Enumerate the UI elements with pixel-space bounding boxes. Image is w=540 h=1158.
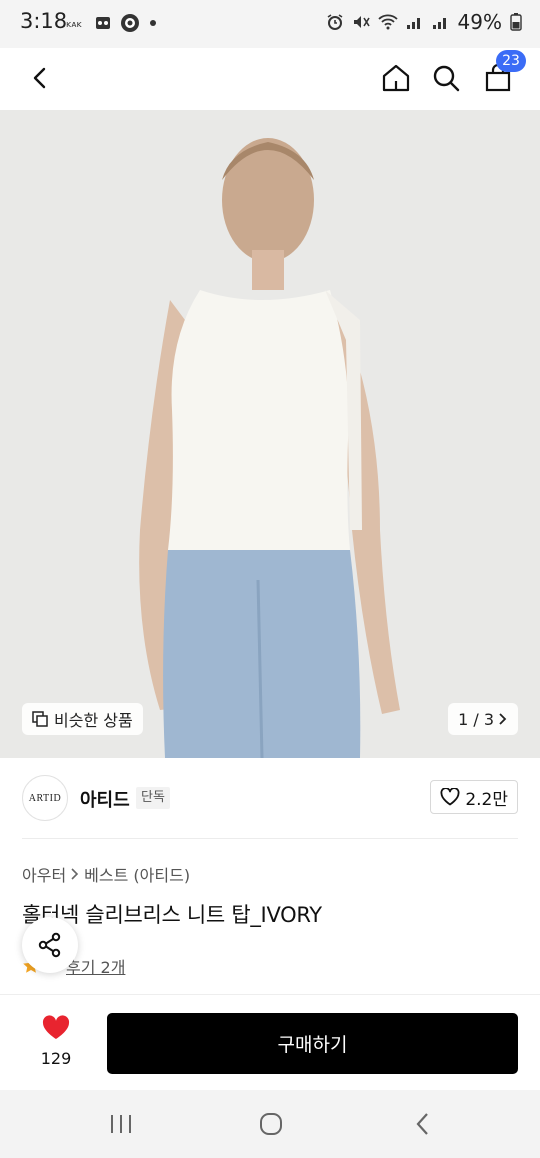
- home-button[interactable]: [374, 56, 418, 100]
- svg-text:ᴋᴀᴋ: ᴋᴀᴋ: [66, 20, 83, 29]
- back-nav-icon: [416, 1113, 428, 1135]
- product-photo: [0, 110, 540, 758]
- battery-level: 49%: [457, 10, 502, 34]
- home-icon: [382, 64, 410, 92]
- status-bar: 3:18 ᴋᴀᴋ 49%: [0, 0, 540, 48]
- status-notification-icons: ᴋᴀᴋ: [66, 13, 157, 33]
- product-image[interactable]: 비슷한 상품 1 / 3: [0, 110, 540, 758]
- similar-products-button[interactable]: 비슷한 상품: [22, 703, 143, 735]
- voicemail-icon: [96, 17, 110, 29]
- alarm-icon: [327, 14, 342, 30]
- signal-icon-2: [432, 18, 446, 29]
- cart-count-badge: 23: [496, 50, 526, 72]
- back-nav-button[interactable]: [401, 1106, 445, 1142]
- divider: [22, 838, 518, 839]
- status-time: 3:18: [20, 9, 68, 33]
- status-system-icons: 49%: [326, 10, 522, 34]
- system-nav-bar: [0, 1090, 540, 1158]
- brand-like-button[interactable]: 2.2만: [430, 780, 518, 814]
- breadcrumb-item-best[interactable]: 베스트 (아티드): [84, 862, 190, 886]
- recent-apps-button[interactable]: [99, 1106, 143, 1142]
- similar-items-icon: [32, 711, 48, 727]
- wishlist-button[interactable]: 129: [30, 1015, 82, 1075]
- brand-logo[interactable]: ARTID: [22, 775, 68, 821]
- breadcrumb: 아우터 베스트 (아티드): [22, 862, 190, 886]
- exclusive-badge: 단독: [136, 787, 170, 809]
- home-nav-button[interactable]: [249, 1106, 293, 1142]
- chevron-left-icon: [33, 67, 46, 89]
- wishlist-count: 129: [40, 1049, 72, 1068]
- heart-filled-icon: [42, 1015, 70, 1039]
- share-icon: [38, 932, 61, 958]
- brand-row: ARTID 아티드 단독 2.2만: [0, 758, 540, 838]
- brand-name[interactable]: 아티드: [80, 786, 130, 812]
- signal-icon: [406, 18, 420, 29]
- back-button[interactable]: [18, 56, 62, 100]
- purchase-bar: 129 구매하기: [0, 994, 540, 1090]
- brand-like-count: 2.2만: [465, 789, 508, 810]
- search-button[interactable]: [424, 56, 468, 100]
- kakao-notification-icon: ᴋᴀᴋ: [66, 20, 83, 29]
- breadcrumb-item-outer[interactable]: 아우터: [22, 862, 66, 886]
- image-page-indicator[interactable]: 1 / 3: [448, 703, 518, 735]
- heart-outline-icon: [440, 788, 460, 806]
- recent-apps-icon: [111, 1115, 131, 1133]
- wifi-icon: [377, 14, 398, 30]
- search-icon: [433, 65, 460, 92]
- cart-button[interactable]: 23: [476, 50, 526, 100]
- chevron-right-icon: [71, 868, 79, 880]
- similar-products-label: 비슷한 상품: [54, 711, 133, 730]
- dot-icon: [150, 20, 156, 26]
- buy-button[interactable]: 구매하기: [107, 1013, 518, 1074]
- chevron-right-icon: [499, 713, 507, 725]
- starbucks-icon: [121, 14, 139, 32]
- share-button[interactable]: [22, 917, 78, 973]
- mute-icon: [353, 16, 370, 28]
- page-indicator-text: 1 / 3: [458, 709, 494, 729]
- app-header: 23: [0, 48, 540, 110]
- battery-icon: [510, 13, 522, 31]
- home-circle-icon: [260, 1113, 282, 1135]
